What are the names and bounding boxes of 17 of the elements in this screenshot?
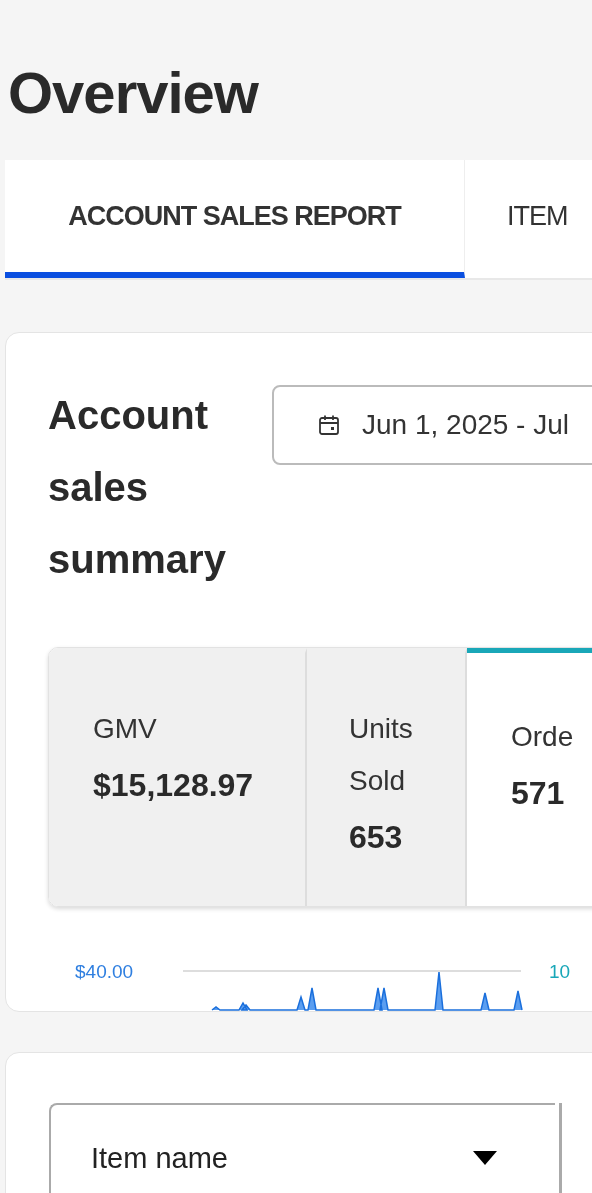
metric-label: Orde (511, 720, 575, 754)
metric-value: $15,128.97 (93, 766, 255, 805)
tab[interactable]: ITEM (465, 160, 592, 278)
metric-tile[interactable]: GMV $15,128.97 (49, 648, 307, 906)
axis-label: 10 (549, 961, 571, 982)
metric-tile[interactable]: Orde 571 (467, 648, 592, 906)
page-title: Overview (7, 59, 260, 127)
date-range-button[interactable]: Jun 1, 2025 - Jul (272, 385, 592, 465)
metric-value: 653 (349, 818, 404, 857)
section-title: Account sales summary (48, 392, 227, 583)
metric-label: GMV (93, 712, 158, 746)
axis-label: $40.00 (75, 961, 134, 982)
metric-label: Units Sold (349, 712, 414, 798)
tab[interactable]: ACCOUNT SALES REPORT (5, 160, 465, 278)
metric-tile[interactable]: Units Sold 653 (307, 648, 467, 906)
item-name-dropdown[interactable]: Item name (49, 1103, 555, 1193)
metric-value: 571 (511, 774, 566, 813)
